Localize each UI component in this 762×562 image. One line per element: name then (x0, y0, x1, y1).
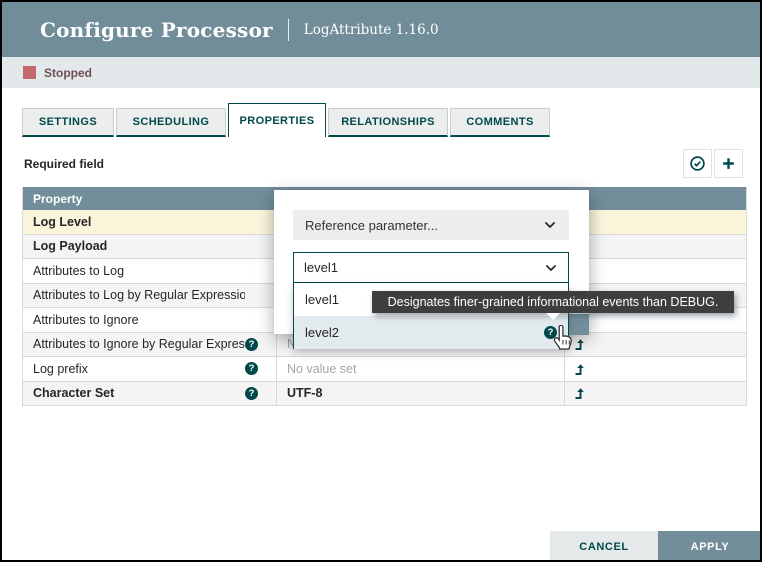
property-name: Attributes to Log by Regular Expression (23, 288, 245, 302)
apply-button[interactable]: APPLY (658, 531, 762, 562)
property-name: Attributes to Ignore by Regular Expressi… (23, 337, 245, 351)
option-label: level2 (305, 325, 339, 340)
property-name: Log Payload (23, 239, 245, 253)
combo-option-level2[interactable]: level2 ? (294, 316, 568, 349)
chevron-down-icon (543, 218, 557, 232)
cancel-button[interactable]: CANCEL (550, 531, 658, 562)
title-divider (288, 19, 289, 41)
tab-relationships[interactable]: RELATIONSHIPS (328, 108, 448, 137)
configure-processor-dialog: Configure Processor LogAttribute 1.16.0 … (0, 0, 762, 562)
table-row[interactable]: Log prefix ? No value set (23, 357, 746, 382)
property-name: Attributes to Log (23, 264, 245, 278)
option-tooltip: Designates finer-grained informational e… (372, 291, 734, 313)
go-to-parameter-icon[interactable] (573, 337, 587, 351)
processor-type-version: LogAttribute 1.16.0 (304, 22, 439, 38)
help-icon[interactable]: ? (245, 387, 258, 400)
tab-scheduling[interactable]: SCHEDULING (116, 108, 226, 137)
tab-properties[interactable]: PROPERTIES (228, 103, 326, 137)
cursor-pointer-hand-icon (551, 325, 574, 357)
tab-settings[interactable]: SETTINGS (22, 108, 114, 137)
property-value[interactable]: No value set (276, 357, 564, 381)
status-bar: Stopped (2, 57, 760, 88)
chevron-down-icon (544, 261, 558, 275)
tooltip-arrow (546, 313, 560, 320)
verify-properties-button[interactable] (683, 149, 712, 178)
check-circle-icon (689, 155, 706, 172)
go-to-parameter-icon[interactable] (573, 386, 587, 400)
tooltip-text: Designates finer-grained informational e… (388, 295, 719, 309)
add-property-button[interactable] (714, 149, 743, 178)
property-column-header: Property (33, 192, 82, 206)
help-icon[interactable]: ? (245, 362, 258, 375)
status-label: Stopped (44, 66, 92, 80)
property-name: Log prefix (23, 362, 245, 376)
table-row[interactable]: Character Set ? UTF-8 (23, 382, 746, 407)
option-label: level1 (305, 292, 339, 307)
dialog-header: Configure Processor LogAttribute 1.16.0 (2, 2, 760, 57)
dialog-tabs: SETTINGS SCHEDULING PROPERTIES RELATIONS… (22, 103, 552, 137)
combo-selected-value: level1 (304, 260, 338, 275)
property-name: Log Level (23, 215, 245, 229)
required-field-label: Required field (24, 157, 104, 171)
reference-parameter-select[interactable]: Reference parameter... (293, 210, 569, 240)
property-name: Attributes to Ignore (23, 313, 245, 327)
tab-comments[interactable]: COMMENTS (450, 108, 550, 137)
dialog-title: Configure Processor (40, 18, 273, 42)
reference-parameter-placeholder: Reference parameter... (305, 218, 438, 233)
go-to-parameter-icon[interactable] (573, 362, 587, 376)
property-name: Character Set (23, 386, 245, 400)
help-icon[interactable]: ? (245, 338, 258, 351)
plus-icon (720, 155, 737, 172)
property-value[interactable]: UTF-8 (276, 382, 564, 406)
log-level-combo[interactable]: level1 (293, 252, 569, 283)
stopped-status-icon (23, 66, 36, 79)
